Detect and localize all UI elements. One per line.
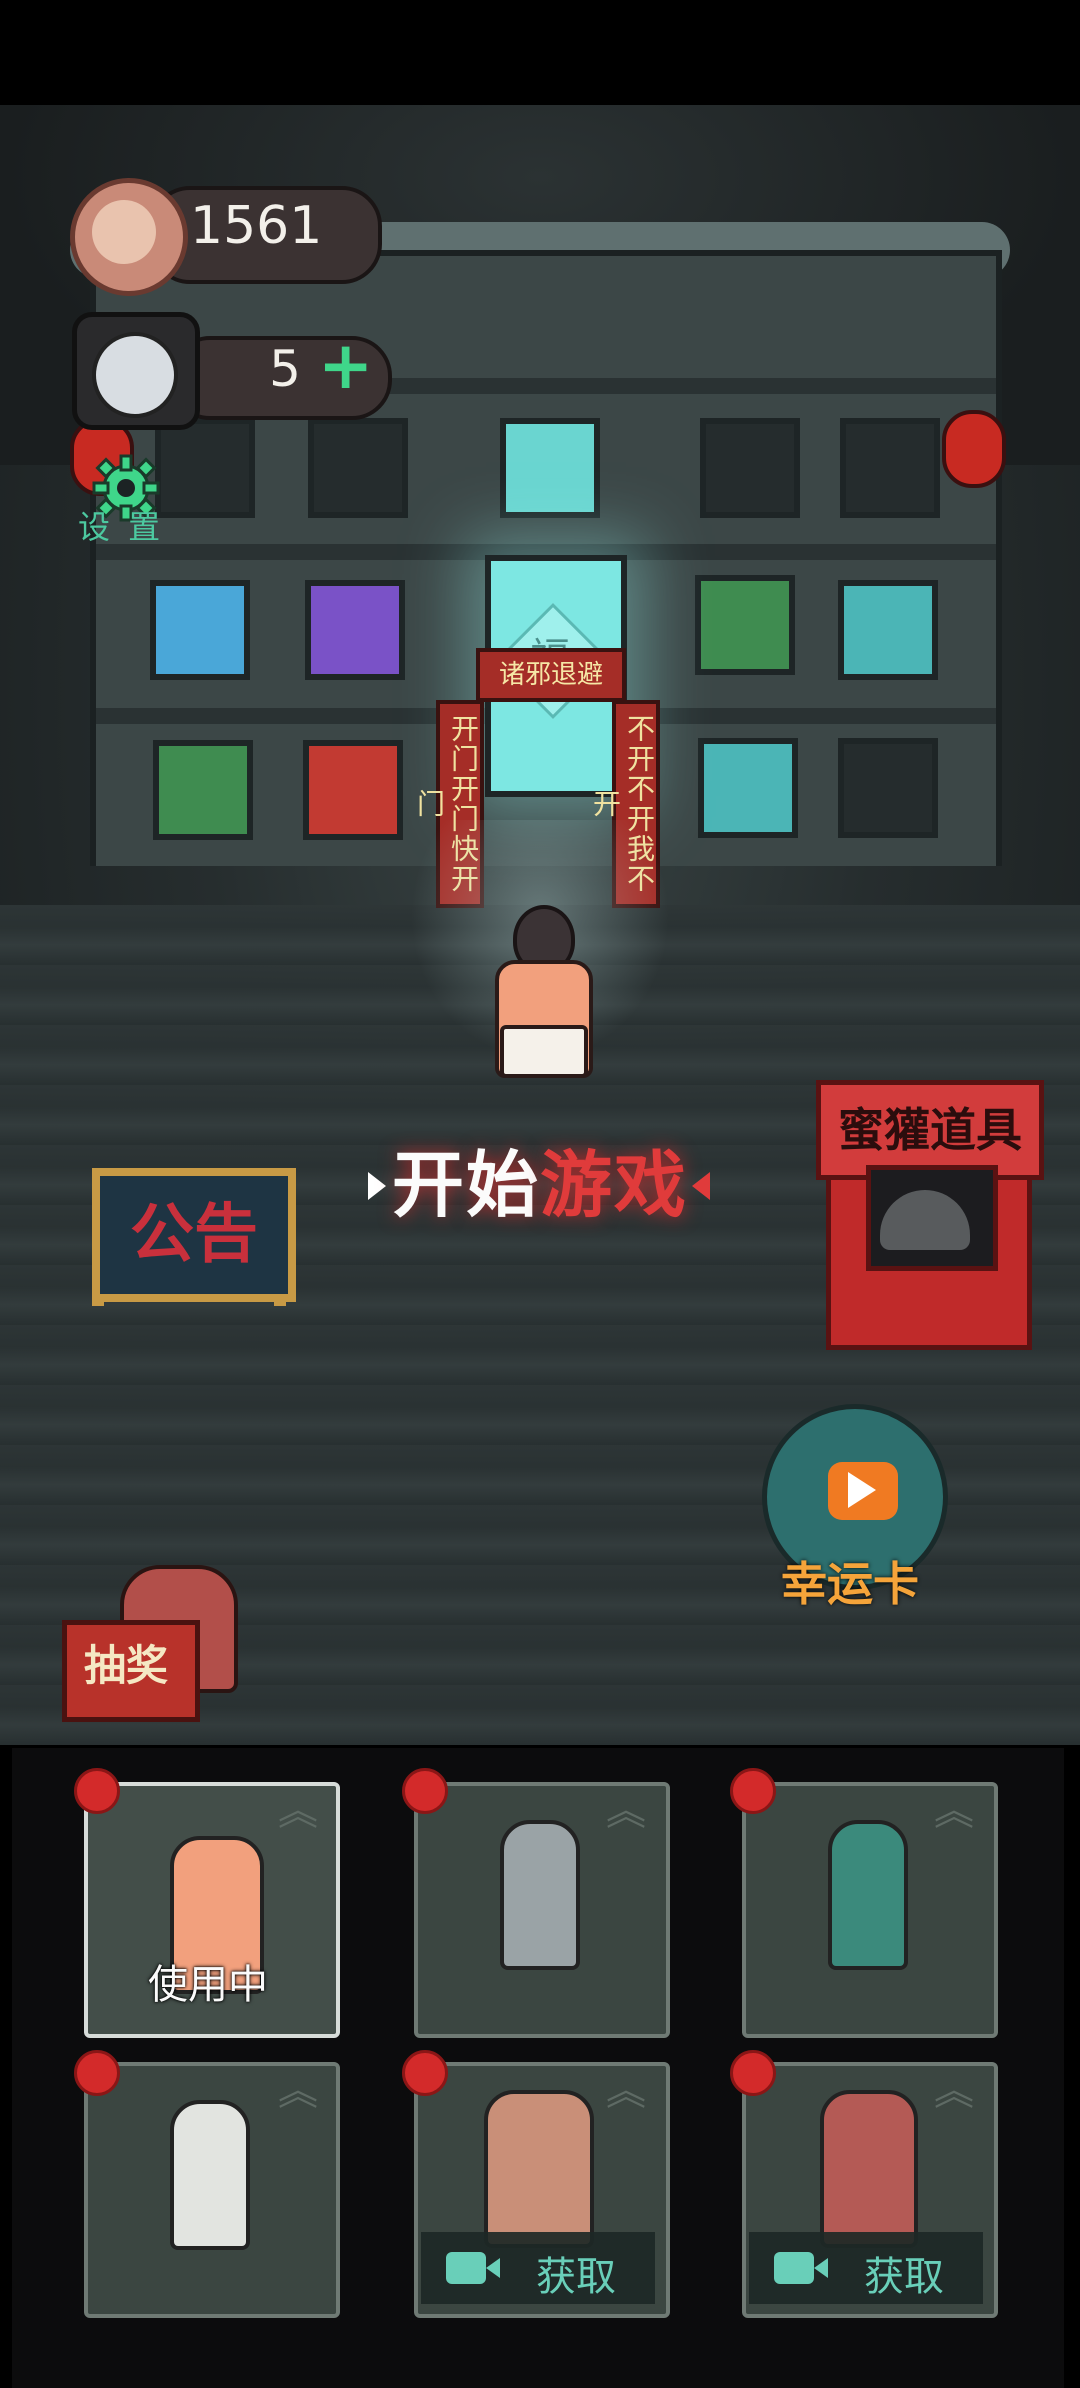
game-screen: 福 诸邪退避 开门开门快开门 不开不开我不开 1561 5 + 设 置 公告 开… bbox=[0, 0, 1080, 2388]
window bbox=[698, 738, 798, 838]
notification-dot bbox=[402, 1768, 448, 1814]
start-label-white: 开始 bbox=[391, 1143, 540, 1227]
pig-face-icon bbox=[92, 200, 156, 264]
window bbox=[695, 575, 795, 675]
upgrade-chevron-icon[interactable]: ︽ bbox=[268, 2071, 328, 2118]
coin-amount: 1561 bbox=[190, 196, 323, 256]
upgrade-chevron-icon[interactable]: ︽ bbox=[596, 2071, 656, 2118]
character-granny bbox=[484, 2090, 594, 2248]
notification-dot bbox=[730, 1768, 776, 1814]
obtain-label[interactable]: 获取 bbox=[536, 2244, 616, 2302]
upgrade-chevron-icon[interactable]: ︽ bbox=[268, 1791, 328, 1838]
window bbox=[838, 580, 938, 680]
video-camera-lens-icon bbox=[486, 2258, 500, 2278]
upgrade-chevron-icon[interactable]: ︽ bbox=[596, 1791, 656, 1838]
window bbox=[150, 580, 250, 680]
notification-dot bbox=[402, 2050, 448, 2096]
upgrade-chevron-icon[interactable]: ︽ bbox=[924, 2071, 984, 2118]
window bbox=[500, 418, 600, 518]
lantern-icon bbox=[942, 410, 1006, 488]
notification-dot bbox=[74, 2050, 120, 2096]
start-game-button[interactable]: 开始游戏 bbox=[360, 1140, 720, 1230]
upgrade-chevron-icon[interactable]: ︽ bbox=[924, 1791, 984, 1838]
window bbox=[838, 738, 938, 838]
lottery-label[interactable]: 抽奖 bbox=[66, 1632, 186, 1693]
window-seal bbox=[308, 418, 408, 518]
door-lintel: 诸邪退避 bbox=[476, 648, 626, 702]
in-use-label: 使用中 bbox=[148, 1962, 268, 2008]
lucky-card-label[interactable]: 幸运卡 bbox=[770, 1548, 930, 1614]
start-arrow-right-icon bbox=[692, 1172, 710, 1200]
video-camera-lens-icon bbox=[814, 2258, 828, 2278]
character-grumpy-lady bbox=[820, 2090, 918, 2248]
token-amount: 5 bbox=[269, 340, 301, 398]
window bbox=[840, 418, 940, 518]
window-lights bbox=[700, 418, 800, 518]
notification-dot bbox=[730, 2050, 776, 2096]
notice-label[interactable]: 公告 bbox=[92, 1168, 296, 1302]
add-token-button[interactable]: + bbox=[318, 333, 373, 399]
character-bearded-man bbox=[828, 1820, 908, 1970]
character-glasses-man bbox=[500, 1820, 580, 1970]
video-camera-icon bbox=[774, 2252, 814, 2284]
video-camera-icon bbox=[446, 2252, 486, 2284]
token-ball-icon bbox=[92, 332, 178, 418]
notification-dot bbox=[74, 1768, 120, 1814]
obtain-label[interactable]: 获取 bbox=[864, 2244, 944, 2302]
window bbox=[305, 580, 405, 680]
play-icon bbox=[848, 1472, 876, 1508]
character-old-lady bbox=[170, 2100, 250, 2250]
window bbox=[303, 740, 403, 840]
start-label-red: 游戏 bbox=[540, 1143, 689, 1227]
hero-skirt bbox=[500, 1025, 588, 1078]
settings-label[interactable]: 设 置 bbox=[78, 502, 178, 548]
window bbox=[153, 740, 253, 840]
